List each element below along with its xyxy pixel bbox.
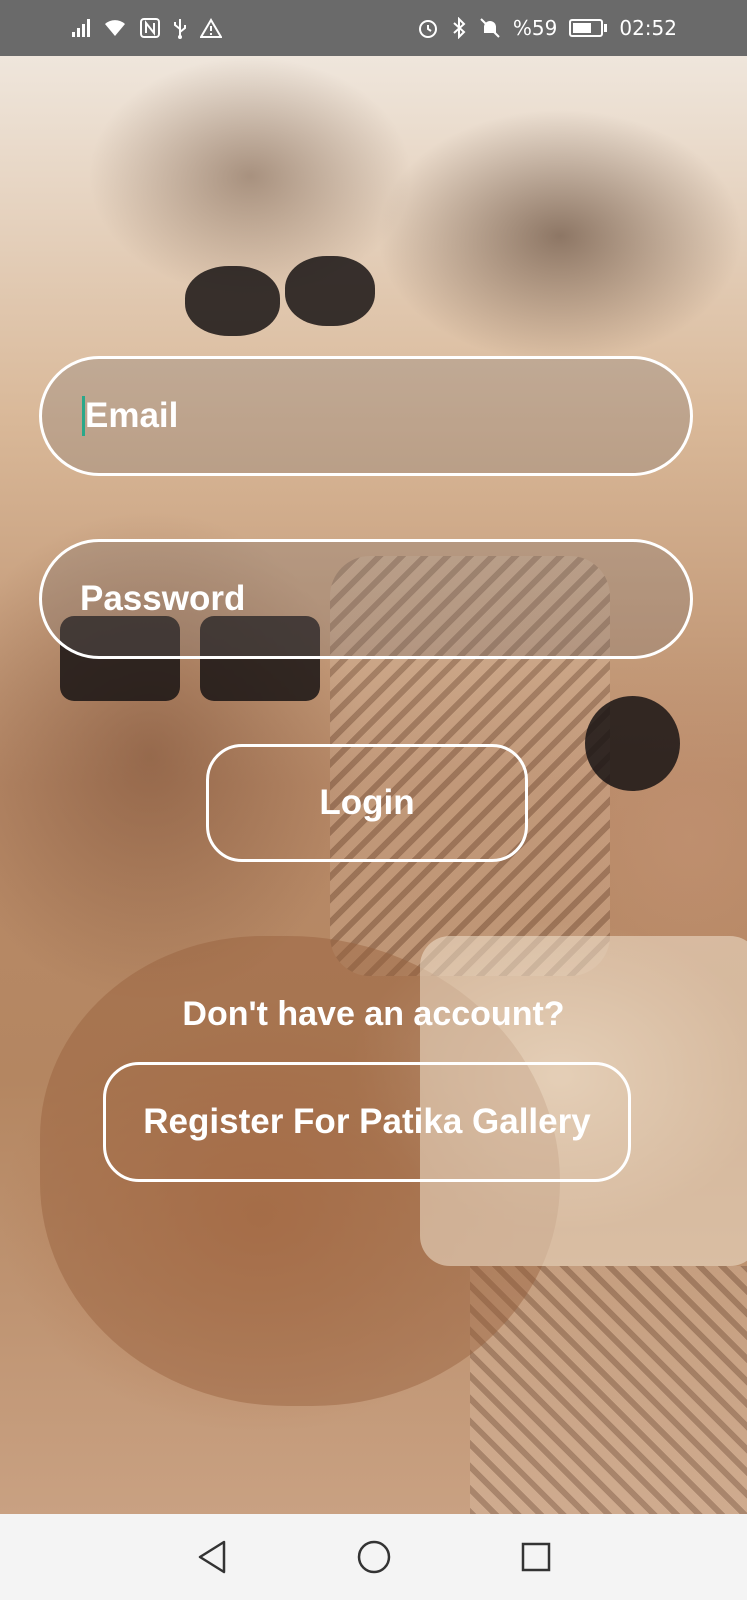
wifi-icon — [105, 20, 125, 36]
navigation-bar — [0, 1514, 747, 1600]
background-detail — [285, 256, 375, 326]
password-placeholder: Password — [80, 579, 246, 618]
home-button[interactable] — [356, 1539, 392, 1575]
battery-fill — [573, 23, 592, 33]
clock: 02:52 — [619, 16, 677, 40]
battery-icon — [569, 19, 608, 37]
recents-icon — [521, 1542, 550, 1572]
battery-percent: %59 — [512, 16, 558, 40]
register-button[interactable]: Register For Patika Gallery — [103, 1062, 631, 1182]
email-field[interactable]: Email — [39, 356, 693, 476]
signal-icon — [72, 19, 90, 37]
back-icon — [198, 1540, 225, 1574]
warning-icon — [200, 18, 222, 38]
background-detail — [585, 696, 680, 791]
bluetooth-icon — [453, 17, 466, 39]
back-button[interactable] — [194, 1539, 230, 1575]
status-left-group — [72, 17, 222, 39]
password-field[interactable]: Password — [39, 539, 693, 659]
signup-prompt: Don't have an account? — [182, 995, 565, 1033]
mute-icon — [480, 18, 500, 38]
nfc-icon — [140, 18, 160, 38]
background-detail — [185, 266, 280, 336]
alarm-icon — [418, 20, 437, 38]
home-icon — [357, 1540, 390, 1574]
status-bar: %59 02:52 — [0, 0, 747, 56]
recents-button[interactable] — [518, 1539, 554, 1575]
email-placeholder: Email — [85, 396, 179, 435]
status-right-group: %59 02:52 — [417, 17, 677, 39]
usb-icon — [174, 19, 186, 39]
login-button[interactable]: Login — [206, 744, 528, 862]
